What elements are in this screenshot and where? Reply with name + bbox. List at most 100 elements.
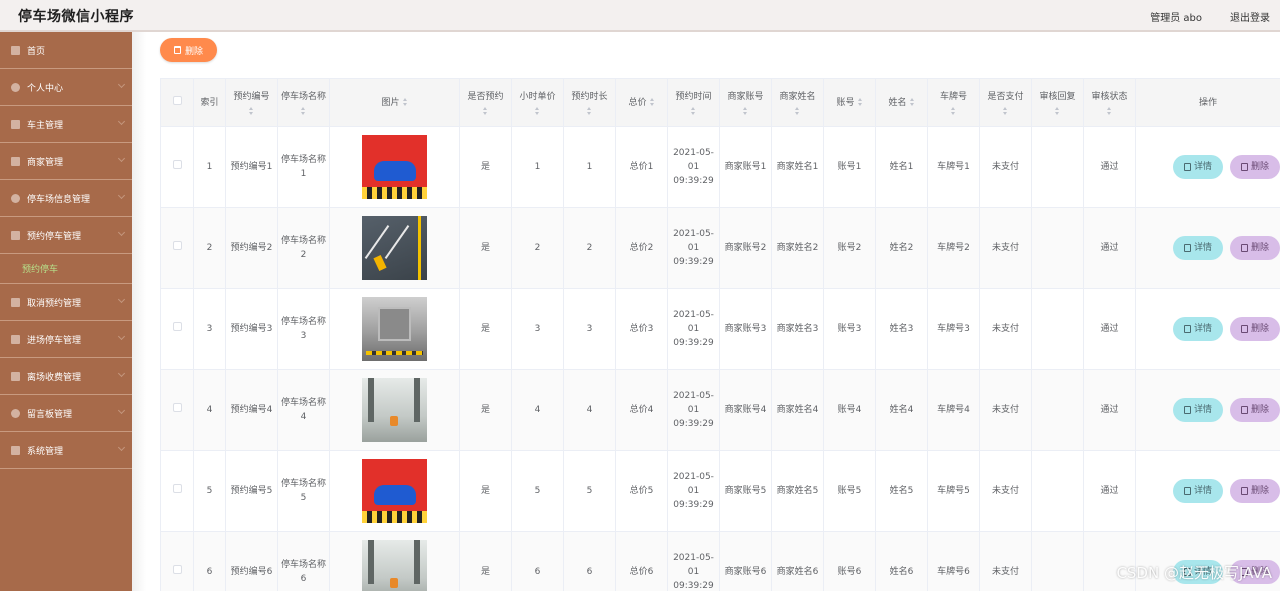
detail-button[interactable]: 详情 [1173, 398, 1223, 422]
sort-icon[interactable] [909, 98, 915, 106]
cell-image[interactable] [329, 369, 460, 451]
sort-icon[interactable] [1055, 107, 1060, 115]
file-icon [1183, 325, 1191, 333]
parking-ad-image[interactable] [362, 459, 427, 523]
col-duration[interactable]: 预约时长 [563, 78, 616, 127]
row-delete-button[interactable]: 删除 [1230, 236, 1280, 260]
col-booking-no[interactable]: 预约编号 [225, 78, 278, 127]
parking-lot-image[interactable] [362, 216, 427, 280]
detail-button[interactable]: 详情 [1173, 317, 1223, 341]
sidebar-item-9[interactable]: 离场收费管理 [0, 358, 132, 395]
col-review-reply[interactable]: 审核回复 [1031, 78, 1084, 127]
user-icon [11, 193, 20, 203]
cell-image[interactable] [329, 126, 460, 208]
col-paid[interactable]: 是否支付 [979, 78, 1032, 127]
row-checkbox[interactable] [172, 241, 182, 250]
detail-button[interactable]: 详情 [1173, 236, 1223, 260]
cell-image[interactable] [329, 531, 460, 591]
row-delete-button[interactable]: 删除 [1230, 155, 1280, 179]
row-checkbox[interactable] [172, 322, 182, 331]
cell-value: 6 [534, 567, 541, 577]
cell-actions: 详情 删除 [1135, 207, 1280, 289]
sidebar: 首页 个人中心 车主管理 商家管理 停车场信息管理 预约停车管理 预约停车 取消预约管理 进场停… [0, 32, 132, 591]
col-reserved[interactable]: 是否预约 [459, 78, 512, 127]
delete-button[interactable]: 删除 [160, 38, 217, 62]
sidebar-item-8[interactable]: 进场停车管理 [0, 321, 132, 358]
row-checkbox[interactable] [172, 160, 182, 169]
sort-icon[interactable] [951, 107, 956, 115]
table-row[interactable]: 3 预约编号3 停车场名称3 是 3 3 总价3 2021-05-01 09:39:29 商家账… [160, 288, 1280, 370]
cell-actions: 详情 删除 [1135, 369, 1280, 451]
sort-icon[interactable] [691, 107, 696, 115]
indoor-parking-image[interactable] [362, 378, 427, 442]
table-row[interactable]: 5 预约编号5 停车场名称5 是 5 5 总价5 2021-05-01 09:39:29 商家账… [160, 450, 1280, 532]
cell-time: 2021-05-01 09:39:29 [667, 531, 720, 591]
sort-icon[interactable] [743, 107, 748, 115]
col-merchant-account[interactable]: 商家账号 [719, 78, 772, 127]
sidebar-item-0[interactable]: 首页 [0, 32, 132, 69]
sort-icon[interactable] [1107, 107, 1112, 115]
sidebar-item-7[interactable]: 取消预约管理 [0, 284, 132, 321]
sort-icon[interactable] [535, 107, 540, 115]
garage-image[interactable] [362, 297, 427, 361]
table-row[interactable]: 6 预约编号6 停车场名称6 是 6 6 总价6 2021-05-01 09:39:29 商家账… [160, 531, 1280, 591]
row-checkbox[interactable] [172, 565, 182, 574]
cell-reserved: 是 [459, 126, 512, 208]
cell-merchant-account: 商家账号2 [719, 207, 772, 289]
cell-value: 4 [534, 405, 541, 415]
sort-icon[interactable] [587, 107, 592, 115]
trash-icon [1240, 325, 1248, 333]
sort-icon[interactable] [402, 98, 408, 106]
cell-image[interactable] [329, 288, 460, 370]
cell-hourly-price: 5 [511, 450, 564, 532]
logout-link[interactable]: 退出登录 [1230, 9, 1270, 24]
select-all-checkbox[interactable] [172, 95, 182, 105]
row-delete-button[interactable]: 删除 [1230, 398, 1280, 422]
col-plate[interactable]: 车牌号 [927, 78, 980, 127]
cell-review-status: 通过 [1083, 288, 1136, 370]
sidebar-item-1[interactable]: 个人中心 [0, 69, 132, 106]
sidebar-item-5[interactable]: 预约停车管理 [0, 217, 132, 254]
table-row[interactable]: 4 预约编号4 停车场名称4 是 4 4 总价4 2021-05-01 09:39:29 商家账… [160, 369, 1280, 451]
col-total[interactable]: 总价 [615, 78, 668, 127]
col-review-status[interactable]: 审核状态 [1083, 78, 1136, 127]
detail-button[interactable]: 详情 [1173, 479, 1223, 503]
sort-icon[interactable] [649, 98, 655, 106]
cell-reserved: 是 [459, 207, 512, 289]
sort-icon[interactable] [795, 107, 800, 115]
sort-icon[interactable] [857, 98, 863, 106]
col-hourly-price[interactable]: 小时单价 [511, 78, 564, 127]
col-account[interactable]: 账号 [823, 78, 876, 127]
row-select-cell [160, 450, 194, 532]
sidebar-subitem-booking[interactable]: 预约停车 [0, 254, 132, 284]
cell-image[interactable] [329, 207, 460, 289]
sort-icon[interactable] [249, 107, 254, 115]
sidebar-item-2[interactable]: 车主管理 [0, 106, 132, 143]
sort-icon[interactable] [1003, 107, 1008, 115]
sidebar-item-3[interactable]: 商家管理 [0, 143, 132, 180]
sort-icon[interactable] [301, 107, 306, 115]
sort-icon[interactable] [483, 107, 488, 115]
col-name[interactable]: 姓名 [875, 78, 928, 127]
sidebar-item-4[interactable]: 停车场信息管理 [0, 180, 132, 217]
user-icon [11, 408, 20, 418]
row-checkbox[interactable] [172, 403, 182, 412]
table-row[interactable]: 2 预约编号2 停车场名称2 是 2 2 总价2 2021-05-01 09:39:29 商家账… [160, 207, 1280, 289]
sidebar-item-10[interactable]: 留言板管理 [0, 395, 132, 432]
row-checkbox[interactable] [172, 484, 182, 493]
col-time[interactable]: 预约时间 [667, 78, 720, 127]
cell-image[interactable] [329, 450, 460, 532]
detail-button[interactable]: 详情 [1173, 155, 1223, 179]
col-image[interactable]: 图片 [329, 78, 460, 127]
col-merchant-name[interactable]: 商家姓名 [771, 78, 824, 127]
cell-value: 4 [206, 405, 213, 415]
parking-ad-image[interactable] [362, 135, 427, 199]
row-delete-button[interactable]: 删除 [1230, 479, 1280, 503]
file-icon [1183, 244, 1191, 252]
col-lot-name[interactable]: 停车场名称 [277, 78, 330, 127]
indoor-parking-image[interactable] [362, 540, 427, 591]
cell-total: 总价3 [615, 288, 668, 370]
sidebar-item-11[interactable]: 系统管理 [0, 432, 132, 469]
table-row[interactable]: 1 预约编号1 停车场名称1 是 1 1 总价1 2021-05-01 09:39:29 商家账… [160, 126, 1280, 208]
row-delete-button[interactable]: 删除 [1230, 317, 1280, 341]
